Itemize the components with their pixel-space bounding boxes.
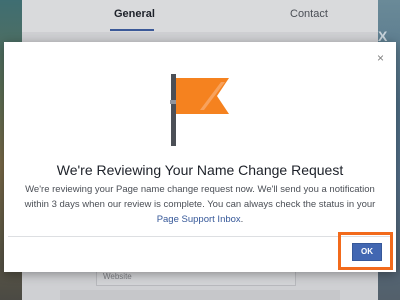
background-bottom-bar [60,290,340,300]
background-tabs: General Contact [22,0,378,32]
tab-general[interactable]: General [114,8,155,20]
ok-button[interactable]: OK [352,243,382,261]
tab-general-underline [110,29,154,31]
dialog-divider [8,236,392,237]
dialog-body: We're reviewing your Page name change re… [18,182,382,227]
flag-icon [167,72,233,146]
tab-contact[interactable]: Contact [290,8,328,20]
dialog-body-text: We're reviewing your Page name change re… [24,184,376,210]
dialog-body-end: . [240,214,244,225]
page-support-inbox-link[interactable]: Page Support Inbox [157,214,241,225]
close-icon[interactable]: × [377,52,384,64]
dialog-title: We're Reviewing Your Name Change Request [56,162,344,178]
